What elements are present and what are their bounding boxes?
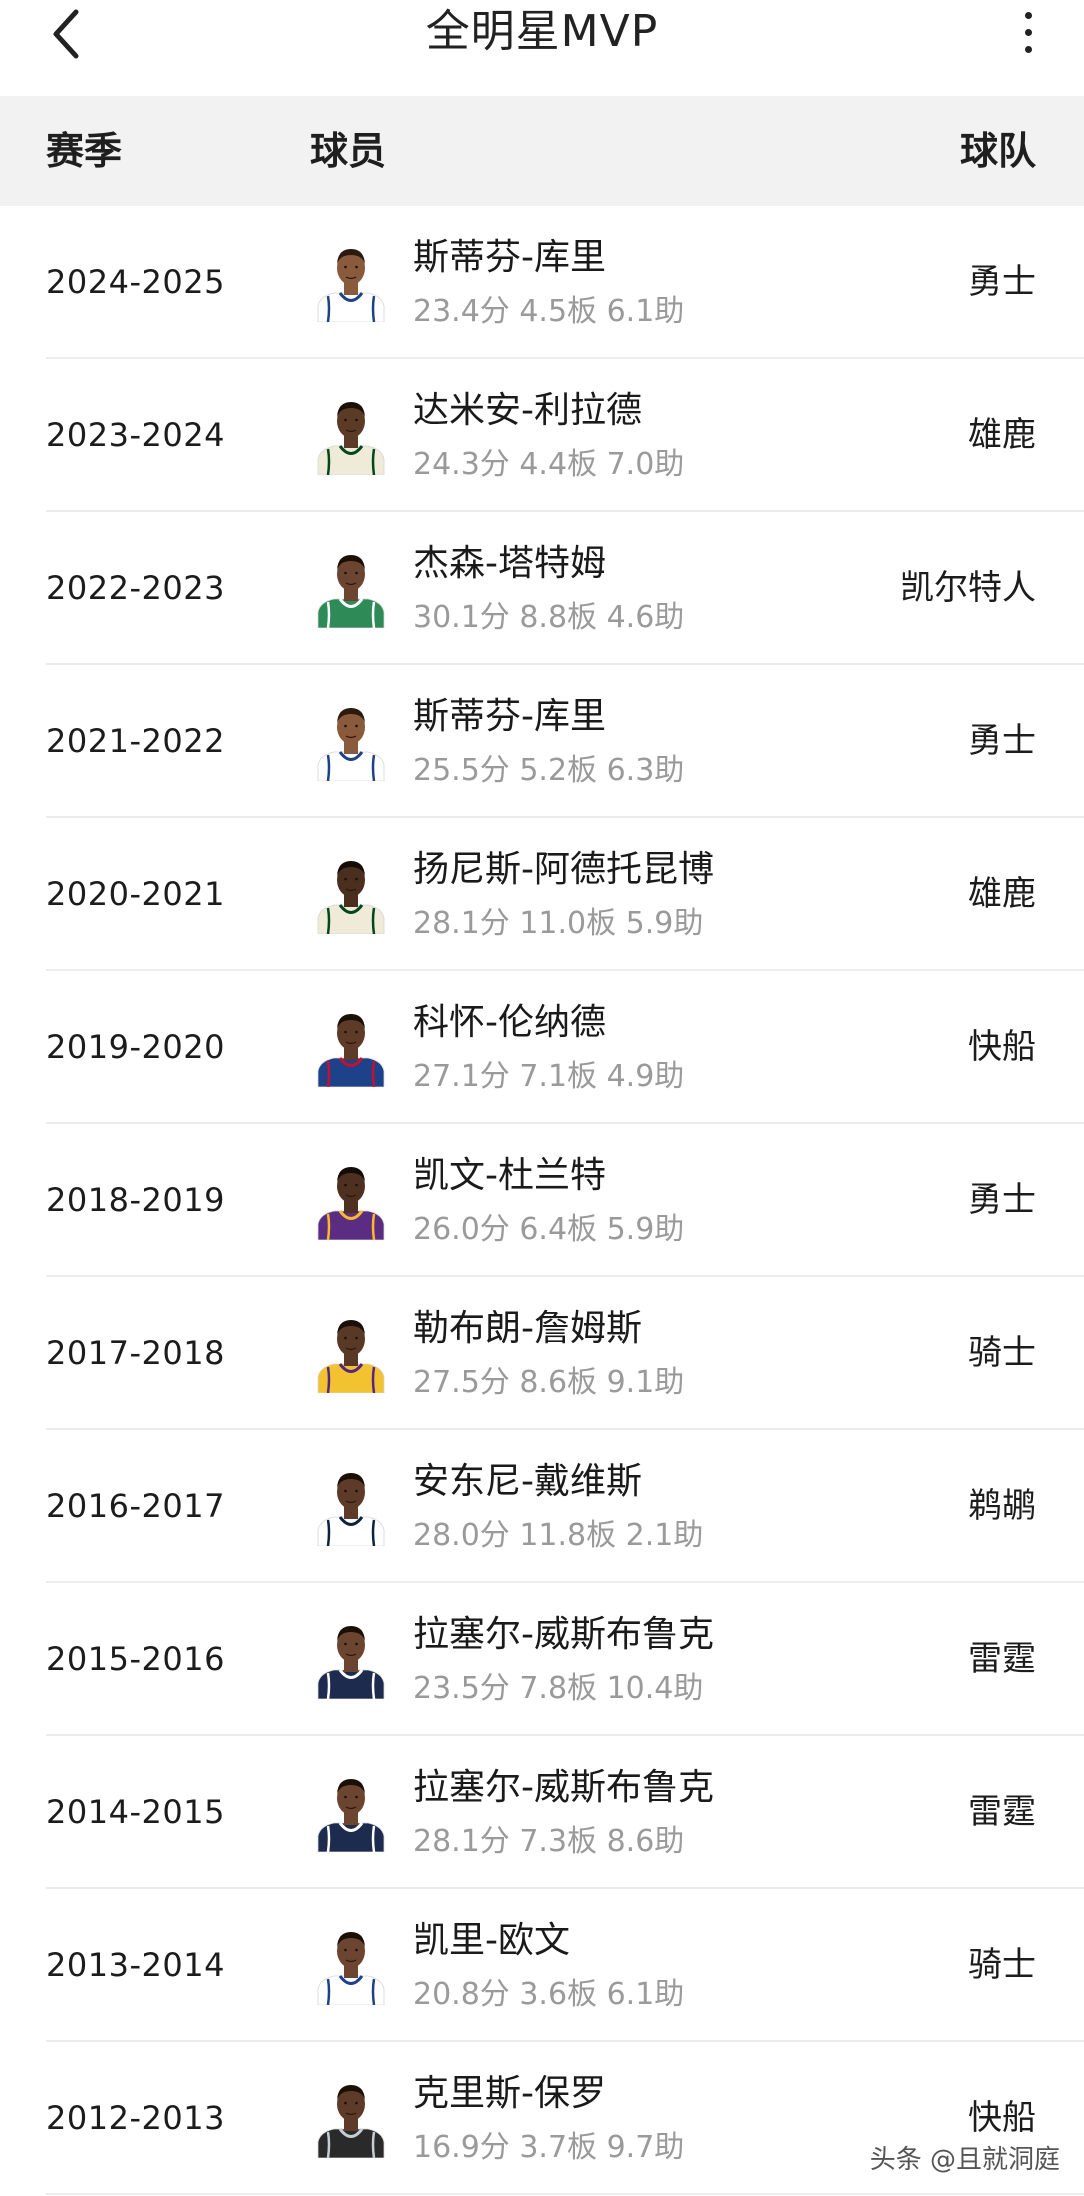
team-cell: 鹈鹕 <box>968 1486 1036 1526</box>
table-row[interactable]: 2021-2022 斯蒂芬-库里 25.5分 5.2板 6.3助 勇士 <box>0 665 1084 818</box>
season-cell: 2022-2023 <box>46 569 225 607</box>
player-stats: 20.8分 3.6板 6.1助 <box>413 1977 685 2012</box>
season-cell: 2023-2024 <box>46 416 225 454</box>
table-row[interactable]: 2013-2014 凯里-欧文 20.8分 3.6板 6.1助 骑士 <box>0 1889 1084 2042</box>
player-stats: 23.4分 4.5板 6.1助 <box>413 294 685 329</box>
player-name: 凯里-欧文 <box>413 1920 570 1961</box>
season-cell: 2020-2021 <box>46 875 225 913</box>
player-name: 杰森-塔特姆 <box>413 543 606 584</box>
table-row[interactable]: 2015-2016 拉塞尔-威斯布鲁克 23.5分 7.8板 10.4助 雷霆 <box>0 1583 1084 1736</box>
player-avatar <box>317 1167 385 1240</box>
player-name: 安东尼-戴维斯 <box>413 1461 642 1502</box>
player-stats: 26.0分 6.4板 5.9助 <box>413 1212 685 1247</box>
table-row[interactable]: 2024-2025 斯蒂芬-库里 23.4分 4.5板 6.1助 勇士 <box>0 206 1084 359</box>
player-name: 克里斯-保罗 <box>413 2073 606 2114</box>
season-cell: 2012-2013 <box>46 2099 225 2137</box>
player-stats: 27.5分 8.6板 9.1助 <box>413 1365 685 1400</box>
table-row[interactable]: 2019-2020 科怀-伦纳德 27.1分 7.1板 4.9助 快船 <box>0 971 1084 1124</box>
player-stats: 27.1分 7.1板 4.9助 <box>413 1059 685 1094</box>
player-name: 斯蒂芬-库里 <box>413 696 606 737</box>
player-stats: 24.3分 4.4板 7.0助 <box>413 447 685 482</box>
column-header-team: 球队 <box>959 129 1036 173</box>
table-row[interactable]: 2016-2017 安东尼-戴维斯 28.0分 11.8板 2.1助 鹈鹕 <box>0 1430 1084 1583</box>
team-cell: 骑士 <box>968 1945 1036 1985</box>
table-row[interactable]: 2014-2015 拉塞尔-威斯布鲁克 28.1分 7.3板 8.6助 雷霆 <box>0 1736 1084 1889</box>
team-cell: 雄鹿 <box>968 415 1036 455</box>
team-cell: 快船 <box>968 1027 1036 1067</box>
mvp-list: 2024-2025 斯蒂芬-库里 23.4分 4.5板 6.1助 勇士 2023-202… <box>0 206 1084 2195</box>
player-name: 达米安-利拉德 <box>413 390 642 431</box>
player-name: 拉塞尔-威斯布鲁克 <box>413 1614 714 1655</box>
watermark: 头条 @且就洞庭 <box>869 2145 1060 2175</box>
player-avatar <box>317 708 385 781</box>
player-name: 扬尼斯-阿德托昆博 <box>413 849 714 890</box>
season-cell: 2015-2016 <box>46 1640 225 1678</box>
player-avatar <box>317 861 385 934</box>
season-cell: 2019-2020 <box>46 1028 225 1066</box>
team-cell: 雷霆 <box>968 1639 1036 1679</box>
season-cell: 2013-2014 <box>46 1946 225 1984</box>
team-cell: 骑士 <box>968 1333 1036 1373</box>
player-name: 科怀-伦纳德 <box>413 1002 606 1043</box>
player-stats: 25.5分 5.2板 6.3助 <box>413 753 685 788</box>
player-avatar <box>317 1932 385 2005</box>
player-avatar <box>317 1473 385 1546</box>
season-cell: 2018-2019 <box>46 1181 225 1219</box>
player-stats: 28.0分 11.8板 2.1助 <box>413 1518 704 1553</box>
player-stats: 28.1分 11.0板 5.9助 <box>413 906 704 941</box>
more-vertical-icon <box>1024 11 1032 19</box>
table-row[interactable]: 2020-2021 扬尼斯-阿德托昆博 28.1分 11.0板 5.9助 雄鹿 <box>0 818 1084 971</box>
player-avatar <box>317 555 385 628</box>
player-avatar <box>317 1626 385 1699</box>
top-bar: 全明星MVP <box>0 0 1084 96</box>
team-cell: 勇士 <box>968 262 1036 302</box>
player-name: 拉塞尔-威斯布鲁克 <box>413 1767 714 1808</box>
column-header-player: 球员 <box>310 129 387 173</box>
table-header: 赛季 球员 球队 <box>0 96 1084 206</box>
player-avatar <box>317 1320 385 1393</box>
player-avatar <box>317 2085 385 2158</box>
team-cell: 勇士 <box>968 1180 1036 1220</box>
player-stats: 23.5分 7.8板 10.4助 <box>413 1671 704 1706</box>
season-cell: 2016-2017 <box>46 1487 225 1525</box>
team-cell: 凯尔特人 <box>900 568 1036 608</box>
column-header-season: 赛季 <box>46 129 123 173</box>
table-row[interactable]: 2017-2018 勒布朗-詹姆斯 27.5分 8.6板 9.1助 骑士 <box>0 1277 1084 1430</box>
player-stats: 28.1分 7.3板 8.6助 <box>413 1824 685 1859</box>
more-button[interactable] <box>1008 2 1048 62</box>
season-cell: 2014-2015 <box>46 1793 225 1831</box>
player-avatar <box>317 249 385 322</box>
player-avatar <box>317 1779 385 1852</box>
player-name: 斯蒂芬-库里 <box>413 237 606 278</box>
player-stats: 30.1分 8.8板 4.6助 <box>413 600 685 635</box>
table-row[interactable]: 2023-2024 达米安-利拉德 24.3分 4.4板 7.0助 雄鹿 <box>0 359 1084 512</box>
table-row[interactable]: 2022-2023 杰森-塔特姆 30.1分 8.8板 4.6助 凯尔特人 <box>0 512 1084 665</box>
team-cell: 勇士 <box>968 721 1036 761</box>
page-title: 全明星MVP <box>425 6 659 57</box>
player-avatar <box>317 402 385 475</box>
season-cell: 2021-2022 <box>46 722 225 760</box>
season-cell: 2024-2025 <box>46 263 225 301</box>
more-vertical-icon-dot <box>1024 45 1032 53</box>
more-vertical-icon-dot <box>1024 28 1032 36</box>
player-avatar <box>317 1014 385 1087</box>
team-cell: 雄鹿 <box>968 874 1036 914</box>
player-stats: 16.9分 3.7板 9.7助 <box>413 2130 685 2165</box>
table-row[interactable]: 2018-2019 凯文-杜兰特 26.0分 6.4板 5.9助 勇士 <box>0 1124 1084 1277</box>
player-name: 勒布朗-詹姆斯 <box>413 1308 642 1349</box>
team-cell: 雷霆 <box>968 1792 1036 1832</box>
player-name: 凯文-杜兰特 <box>413 1155 606 1196</box>
season-cell: 2017-2018 <box>46 1334 225 1372</box>
